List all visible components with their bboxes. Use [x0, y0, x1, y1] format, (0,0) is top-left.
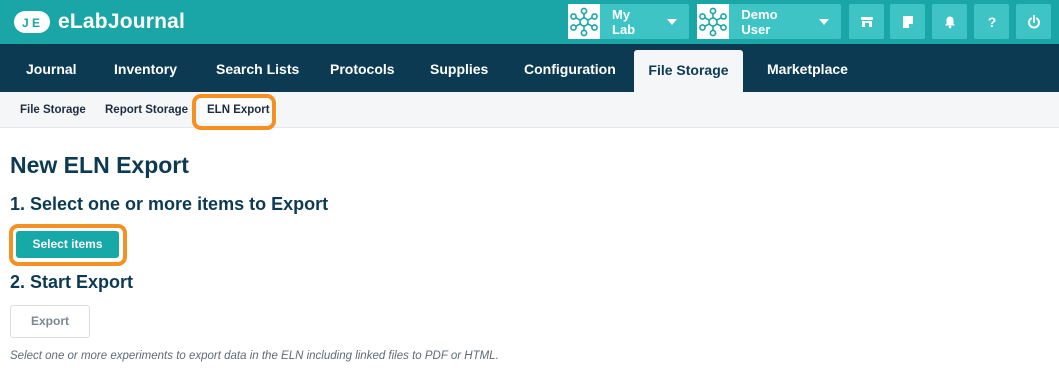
marketplace-button[interactable]	[849, 4, 884, 39]
logo-badge: J E	[14, 11, 50, 33]
note-icon	[902, 15, 913, 28]
app-logo[interactable]: J E eLabJournal	[14, 9, 185, 35]
nav-journal[interactable]: Journal	[26, 44, 77, 92]
lab-dropdown-label: My Lab	[612, 6, 636, 37]
step2-heading: 2. Start Export	[10, 272, 134, 292]
power-icon	[1027, 14, 1040, 28]
notes-button[interactable]	[890, 4, 925, 39]
main-navigation: Journal Inventory Search Lists Protocols…	[0, 44, 1059, 92]
export-button[interactable]: Export	[10, 305, 90, 338]
svg-text:E: E	[32, 16, 40, 30]
subnav-eln-export[interactable]: ELN Export	[200, 97, 277, 123]
subnav-file-storage[interactable]: File Storage	[20, 92, 86, 128]
logout-button[interactable]	[1016, 4, 1051, 39]
nav-supplies[interactable]: Supplies	[430, 44, 488, 92]
help-text: Select one or more experiments to export…	[10, 350, 499, 362]
user-dropdown[interactable]: Demo User	[697, 4, 841, 39]
top-bar: J E eLabJournal My Lab Demo User ?	[0, 0, 1059, 44]
sub-navigation: File Storage Report Storage ELN Export	[0, 92, 1059, 128]
nav-configuration[interactable]: Configuration	[524, 44, 616, 92]
nav-inventory[interactable]: Inventory	[114, 44, 177, 92]
nav-protocols[interactable]: Protocols	[330, 44, 395, 92]
chevron-down-icon	[819, 18, 829, 25]
network-icon	[568, 4, 601, 39]
user-dropdown-label: Demo User	[741, 6, 778, 37]
step1-heading: 1. Select one or more items to Export	[10, 194, 329, 214]
notifications-button[interactable]	[932, 4, 967, 39]
page-title: New ELN Export	[10, 152, 189, 178]
nav-file-storage[interactable]: File Storage	[634, 50, 743, 92]
svg-text:J: J	[22, 16, 29, 30]
question-icon: ?	[987, 15, 996, 29]
select-items-button[interactable]: Select items	[16, 231, 119, 258]
nav-search-lists[interactable]: Search Lists	[216, 44, 299, 92]
subnav-report-storage[interactable]: Report Storage	[105, 92, 188, 128]
svg-text:?: ?	[987, 15, 996, 29]
store-icon	[860, 16, 873, 27]
nav-marketplace[interactable]: Marketplace	[767, 44, 848, 92]
help-button[interactable]: ?	[974, 4, 1009, 39]
app-name: eLabJournal	[58, 10, 186, 33]
network-icon	[697, 4, 730, 39]
chevron-down-icon	[667, 18, 677, 25]
bell-icon	[944, 16, 955, 28]
lab-dropdown[interactable]: My Lab	[568, 4, 689, 39]
